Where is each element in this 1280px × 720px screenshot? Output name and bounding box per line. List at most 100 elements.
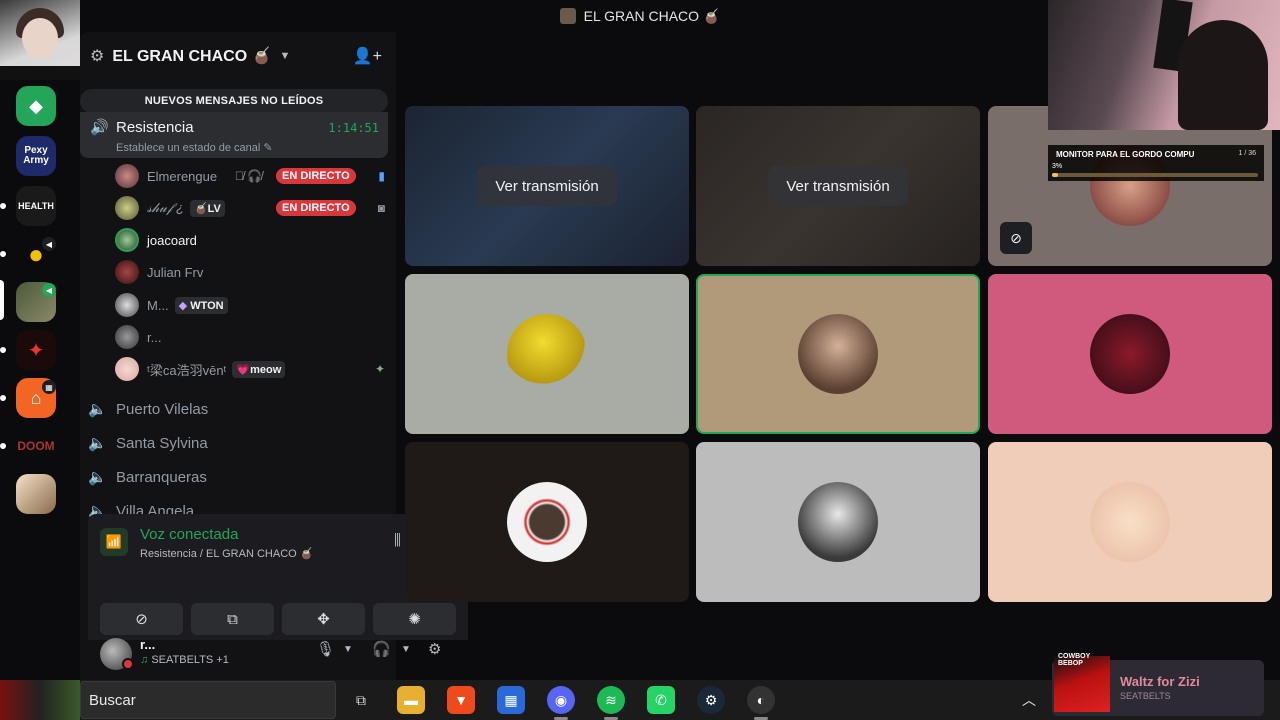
calendar-icon: ▦ bbox=[42, 380, 56, 394]
steam-icon[interactable]: ⚙ bbox=[697, 686, 725, 714]
voice-status-subtitle: Resistencia / EL GRAN CHACO 🧉 bbox=[140, 548, 314, 560]
channel-sidebar: ⚙ EL GRAN CHACO 🧉 ▼ 👤+ NUEVOS MENSAJES N… bbox=[80, 32, 468, 680]
server-icon-red[interactable]: ✦ bbox=[16, 330, 56, 370]
avatar bbox=[115, 293, 139, 317]
share-screen-button[interactable]: ⧉ bbox=[191, 603, 274, 635]
server-icon-anime[interactable] bbox=[16, 474, 56, 514]
pencil-icon: ✎ bbox=[263, 142, 273, 154]
video-tile[interactable] bbox=[405, 442, 689, 602]
member-tag: 💗meow bbox=[232, 360, 286, 378]
server-icon bbox=[559, 8, 576, 24]
headphones-icon[interactable]: 🎧 bbox=[372, 640, 391, 658]
avatar bbox=[115, 357, 139, 381]
voice-channel-resistencia[interactable]: 🔊 Resistencia 1:14:51 Establece un estad… bbox=[80, 112, 388, 158]
stream-tile[interactable]: Ver transmisión bbox=[696, 106, 980, 266]
game-activity-icon: ✦ bbox=[374, 362, 385, 376]
invite-people-icon[interactable]: 👤+ bbox=[353, 46, 382, 66]
signal-icon[interactable]: 📶 bbox=[100, 528, 128, 556]
new-messages-banner[interactable]: NUEVOS MENSAJES NO LEÍDOS bbox=[80, 89, 388, 113]
server-icon-green[interactable]: ◆ bbox=[16, 86, 56, 126]
voice-member[interactable]: joacoard bbox=[115, 226, 385, 254]
server-settings-icon: ⚙ bbox=[90, 48, 105, 65]
voice-channel-santa-sylvina[interactable]: 🔈 Santa Sylvina bbox=[88, 429, 388, 457]
noise-suppression-icon[interactable]: ⫼ bbox=[394, 532, 401, 549]
voice-member[interactable]: 𝓈𝒽𝓊𝒻 ¿ 🧉LV EN DIRECTO ◙ bbox=[115, 194, 385, 222]
brave-browser-icon[interactable]: ▼ bbox=[447, 686, 475, 714]
member-name: joacoard bbox=[147, 232, 197, 248]
video-tile[interactable] bbox=[988, 442, 1272, 602]
member-name: M... bbox=[147, 297, 169, 313]
whatsapp-icon[interactable]: ✆ bbox=[647, 686, 675, 714]
server-icon-pexy-army[interactable]: Pexy Army bbox=[16, 136, 56, 176]
username[interactable]: r... bbox=[140, 637, 155, 652]
discord-icon[interactable]: ◉ bbox=[547, 686, 575, 714]
speaker-icon: 🔊 bbox=[90, 119, 109, 136]
voice-status-title[interactable]: Voz conectada bbox=[140, 526, 238, 543]
voice-channel-puerto-vilelas[interactable]: 🔈 Puerto Vilelas bbox=[88, 395, 388, 423]
video-tile[interactable] bbox=[696, 442, 980, 602]
speaker-icon: 🔈 bbox=[88, 435, 107, 452]
webcam-overlay-right bbox=[1048, 0, 1280, 130]
participant-avatar bbox=[1090, 482, 1170, 562]
now-playing-widget[interactable]: COWBOY BEBOP Waltz for Zizi SEATBELTS bbox=[1052, 653, 1264, 716]
microphone-icon[interactable]: 🎙 bbox=[316, 640, 335, 658]
live-badge: EN DIRECTO bbox=[276, 200, 356, 216]
video-tile[interactable] bbox=[988, 274, 1272, 434]
participant-avatar bbox=[507, 482, 587, 562]
voice-member[interactable]: r... bbox=[115, 323, 385, 351]
voice-channel-barranqueras[interactable]: 🔈 Barranqueras bbox=[88, 463, 388, 491]
taskbar-search[interactable]: Buscar bbox=[80, 681, 336, 719]
spotify-icon[interactable]: ≋ bbox=[597, 686, 625, 714]
screen-share-icon: ⧉ bbox=[227, 610, 238, 628]
stream-tile[interactable]: Ver transmisión bbox=[405, 106, 689, 266]
chevron-down-icon[interactable]: ▼ bbox=[343, 644, 353, 655]
song-title: Waltz for Zizi bbox=[1120, 674, 1200, 689]
member-name: ᵗ梁ca浩羽vēnᵗ bbox=[147, 362, 227, 378]
voice-member[interactable]: Julian Frv bbox=[115, 258, 385, 286]
channel-name: Santa Sylvina bbox=[116, 434, 208, 452]
obs-icon[interactable]: ◐ bbox=[747, 686, 775, 714]
window-title: EL GRAN CHACO 🧉 bbox=[583, 7, 721, 24]
video-tile[interactable] bbox=[405, 274, 689, 434]
watch-stream-button[interactable]: Ver transmisión bbox=[477, 166, 617, 206]
watch-stream-button[interactable]: Ver transmisión bbox=[768, 166, 908, 206]
song-artist: SEATBELTS bbox=[1120, 691, 1171, 701]
channel-status-input[interactable]: Establece un estado de canal ✎ bbox=[116, 141, 273, 154]
monitor-progress-overlay: MONITOR PARA EL GORDO COMPU 1 / 36 3% bbox=[1048, 145, 1264, 181]
voice-member[interactable]: M... ◆ WTON bbox=[115, 291, 385, 319]
voice-member[interactable]: Elmerengue 🎙̸ 🎧̸ EN DIRECTO ▮ bbox=[115, 162, 385, 190]
activity-icon: ◙ bbox=[377, 201, 385, 215]
live-badge: EN DIRECTO bbox=[276, 168, 356, 184]
overlay-percent: 3% bbox=[1052, 163, 1063, 170]
avatar-speaking bbox=[115, 228, 139, 252]
server-icon-doom[interactable]: DOOM bbox=[16, 426, 56, 466]
soundboard-button[interactable]: ✺ bbox=[373, 603, 456, 635]
member-name: 𝓈𝒽𝓊𝒻 ¿ bbox=[147, 200, 184, 215]
voice-member[interactable]: ᵗ梁ca浩羽vēnᵗ 💗meow ✦ bbox=[115, 355, 385, 383]
system-tray-chevron-icon[interactable]: ︿ bbox=[1022, 690, 1036, 710]
participant-avatar bbox=[798, 314, 878, 394]
dnd-status-icon bbox=[122, 658, 134, 670]
webcam-overlay-left bbox=[0, 0, 80, 80]
video-hidden-icon[interactable]: ⊘ bbox=[1000, 222, 1032, 254]
overlay-progress-bar bbox=[1052, 173, 1258, 177]
webcam-thumbnail bbox=[0, 680, 80, 720]
camera-off-button[interactable]: ⊘ bbox=[100, 603, 183, 635]
unread-dot bbox=[0, 395, 6, 401]
server-icon-health[interactable]: HEALTH bbox=[16, 186, 56, 226]
server-header[interactable]: ⚙ EL GRAN CHACO 🧉 ▼ 👤+ bbox=[80, 32, 396, 80]
speaker-icon: ◀ bbox=[42, 237, 56, 251]
video-tile-speaking[interactable] bbox=[696, 274, 980, 434]
member-tag: ◆ WTON bbox=[174, 296, 228, 314]
album-art-text: COWBOY BEBOP bbox=[1058, 653, 1091, 667]
activities-button[interactable]: ✥ bbox=[282, 603, 365, 635]
video-tile[interactable]: ⊘ bbox=[988, 106, 1272, 266]
user-settings-gear-icon[interactable]: ⚙ bbox=[428, 640, 441, 658]
chevron-down-icon[interactable]: ▼ bbox=[401, 644, 411, 655]
microsoft-store-icon[interactable]: ▦ bbox=[497, 686, 525, 714]
unread-dot bbox=[0, 443, 6, 449]
participant-avatar bbox=[1090, 314, 1170, 394]
discord-app: EL GRAN CHACO 🧉 ◆ Pexy Army HEALTH ● ◀ ◀… bbox=[0, 0, 1280, 680]
file-explorer-icon[interactable]: ▬ bbox=[397, 686, 425, 714]
task-view-icon[interactable]: ⧉ bbox=[347, 686, 375, 714]
